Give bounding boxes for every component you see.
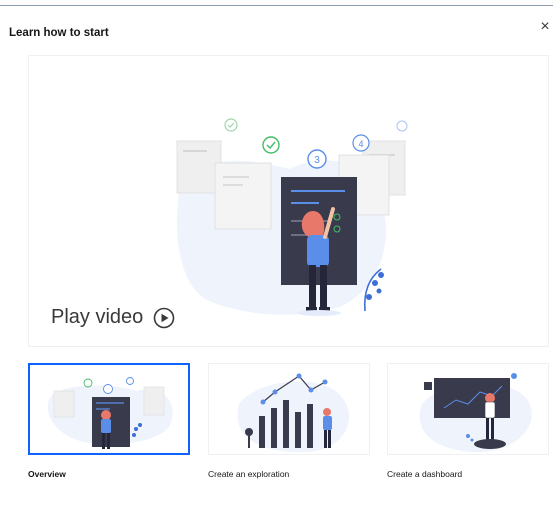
step-number-4: 4 [358, 139, 363, 149]
exploration-thumbnail-illustration [237, 373, 349, 453]
tutorial-label-create-exploration[interactable]: Create an exploration [208, 469, 289, 479]
play-video-button[interactable]: Play video [51, 306, 175, 329]
overview-thumbnail-illustration [47, 377, 173, 449]
step-number-3: 3 [314, 155, 320, 166]
play-circle-icon [153, 307, 175, 328]
tutorial-label-overview[interactable]: Overview [28, 469, 66, 479]
dialog-title: Learn how to start [9, 27, 109, 39]
top-divider [0, 5, 553, 6]
tutorial-thumbnail-overview[interactable] [28, 363, 190, 455]
play-video-label: Play video [51, 306, 144, 328]
dashboard-thumbnail-illustration [419, 373, 532, 453]
tutorial-label-create-dashboard[interactable]: Create a dashboard [387, 469, 462, 479]
tutorial-thumbnail-create-exploration[interactable] [208, 363, 370, 455]
hero-illustration: 3 4 [176, 118, 408, 316]
video-preview[interactable]: 3 4 Play video [28, 55, 549, 347]
close-icon[interactable]: × [538, 19, 552, 35]
tutorial-thumbnail-create-dashboard[interactable] [387, 363, 549, 455]
